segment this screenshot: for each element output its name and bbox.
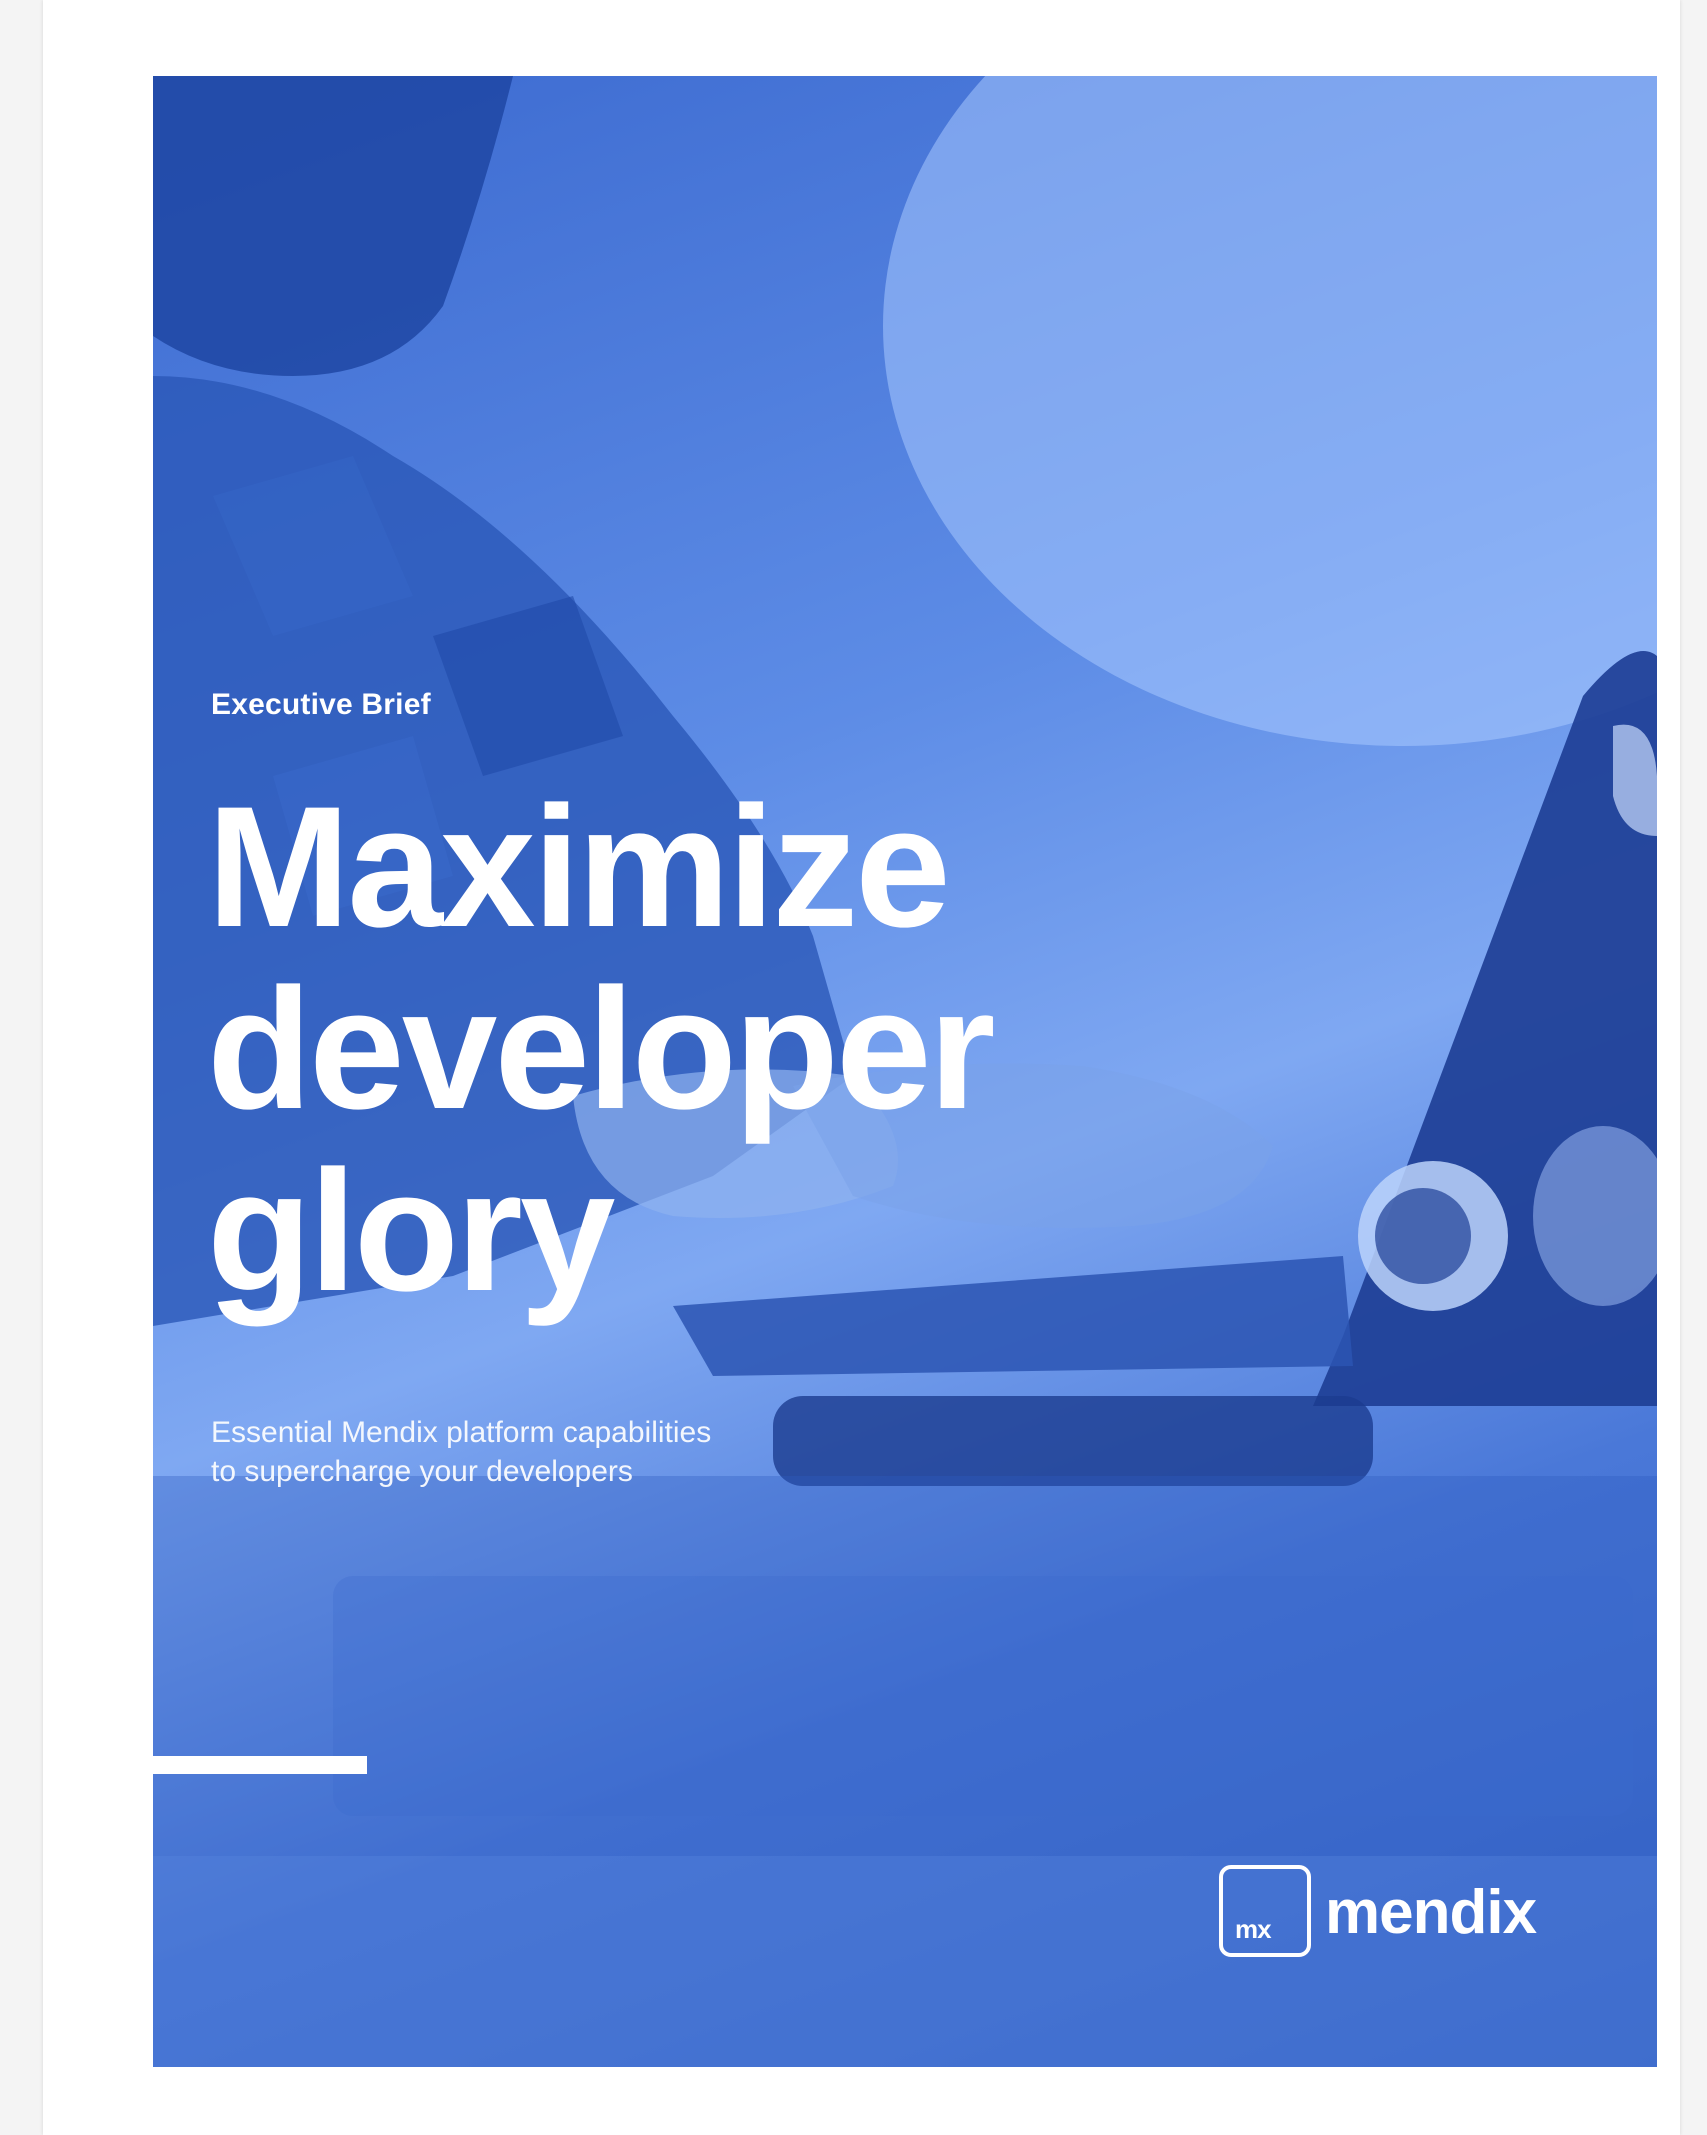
- mendix-logo: mx mendix: [1219, 1862, 1537, 1960]
- cover-subtitle: Essential Mendix platform capabilities t…: [211, 1413, 711, 1491]
- headline-line: glory: [207, 1135, 616, 1327]
- mendix-logo-icon: mx: [1219, 1865, 1311, 1957]
- headline-line: developer: [207, 953, 996, 1145]
- accent-divider: [153, 1756, 367, 1774]
- subtitle-line: Essential Mendix platform capabilities: [211, 1416, 712, 1449]
- logo-mark: mx: [1235, 1914, 1272, 1944]
- document-page: Executive Brief Maximize developer glory…: [43, 0, 1680, 2135]
- cover-headline: Maximize developer glory: [207, 771, 996, 1327]
- logo-wordmark: mendix: [1325, 1878, 1537, 1947]
- subtitle-line: to supercharge your developers: [211, 1455, 633, 1488]
- headline-line: Maximize: [207, 771, 951, 963]
- cover-panel: Executive Brief Maximize developer glory…: [153, 76, 1657, 2067]
- document-type-label: Executive Brief: [211, 688, 431, 721]
